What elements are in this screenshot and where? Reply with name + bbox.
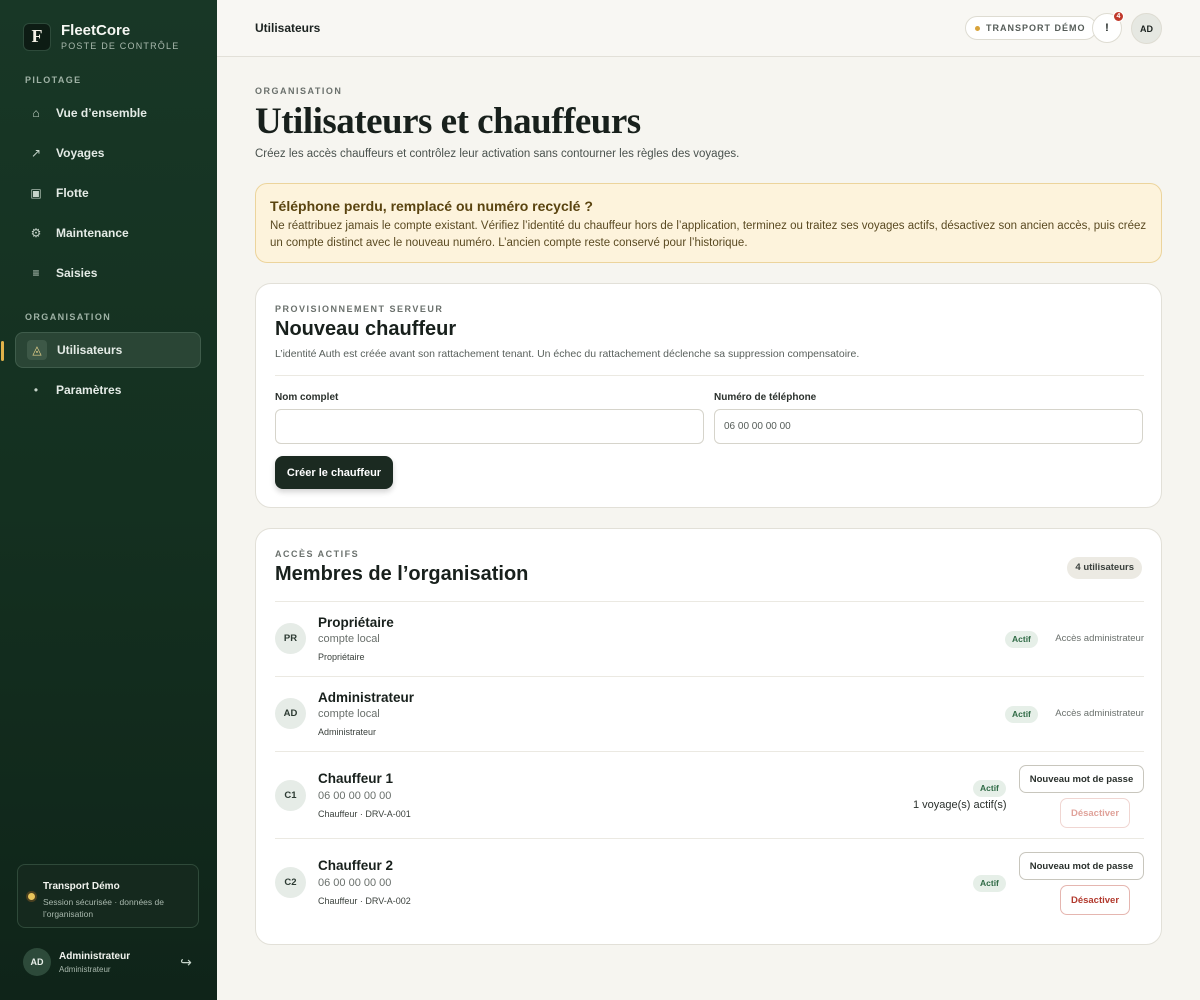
member-row: PR Propriétaire compte local Propriétair… <box>275 602 1144 676</box>
sidebar-item-label: Saisies <box>56 266 98 280</box>
divider <box>275 375 1144 376</box>
tenant-switcher[interactable]: TRANSPORT DÉMO <box>965 16 1097 40</box>
status-dot-icon <box>28 893 35 900</box>
brand-subtitle: POSTE DE CONTRÔLE <box>61 41 180 51</box>
card-title: Membres de l’organisation <box>275 563 529 585</box>
member-name: Chauffeur 1 <box>318 771 394 786</box>
member-row: C2 Chauffeur 2 06 00 00 00 00 Chauffeur … <box>275 839 1144 927</box>
current-user: AD Administrateur Administrateur ↪ <box>23 948 198 976</box>
avatar: PR <box>275 623 306 654</box>
card-eyebrow: PROVISIONNEMENT SERVEUR <box>275 304 444 314</box>
tenant-description: Session sécurisée · données de l’organis… <box>43 897 164 919</box>
status-badge: Actif <box>1005 706 1038 723</box>
phone-label: Numéro de téléphone <box>714 392 817 403</box>
card-eyebrow: ACCÈS ACTIFS <box>275 549 360 559</box>
sidebar: F FleetCore POSTE DE CONTRÔLE PILOTAGE ⌂… <box>0 0 217 1000</box>
home-icon: ⌂ <box>32 106 40 120</box>
sidebar-item-label: Maintenance <box>56 226 129 240</box>
topbar: Utilisateurs TRANSPORT DÉMO ! 4 AD <box>217 0 1200 57</box>
member-name: Administrateur <box>318 690 415 705</box>
user-role: Administrateur <box>59 965 111 974</box>
avatar: AD <box>23 948 51 976</box>
avatar: AD <box>275 698 306 729</box>
page-title: Utilisateurs et chauffeurs <box>255 101 641 142</box>
member-name: Chauffeur 2 <box>318 858 394 873</box>
alert-icon: ! <box>1105 22 1109 34</box>
page-eyebrow: ORGANISATION <box>255 86 343 96</box>
sidebar-item-label: Paramètres <box>56 383 122 397</box>
member-subtitle: 06 00 00 00 00 <box>318 790 392 802</box>
avatar: C2 <box>275 867 306 898</box>
deactivate-button[interactable]: Désactiver <box>1060 885 1130 915</box>
warning-title: Téléphone perdu, remplacé ou numéro recy… <box>270 198 593 214</box>
arrow-up-right-icon: ↗ <box>30 146 42 160</box>
full-name-label: Nom complet <box>275 392 339 403</box>
member-role: Chauffeur · DRV-A-002 <box>318 896 411 906</box>
sidebar-item-label: Utilisateurs <box>57 343 123 357</box>
nav-section-organisation: ORGANISATION <box>25 312 112 322</box>
sidebar-item-label: Vue d’ensemble <box>56 106 147 120</box>
member-subtitle: compte local <box>318 633 380 645</box>
new-driver-card: PROVISIONNEMENT SERVEUR Nouveau chauffeu… <box>255 283 1162 508</box>
brand-name: FleetCore <box>61 22 131 39</box>
user-count-badge: 4 utilisateurs <box>1067 557 1142 579</box>
notification-count-badge: 4 <box>1113 11 1124 22</box>
gear-icon: ⚙ <box>30 226 42 240</box>
avatar: C1 <box>275 780 306 811</box>
sidebar-item-label: Voyages <box>56 146 105 160</box>
brand[interactable]: F FleetCore POSTE DE CONTRÔLE <box>23 22 179 51</box>
user-name: Administrateur <box>59 951 131 962</box>
sidebar-item-settings[interactable]: • Paramètres <box>15 372 201 408</box>
tenant-name: Transport Démo <box>43 881 120 892</box>
status-badge: Actif <box>973 780 1006 797</box>
warning-text: Ne réattribuez jamais le compte existant… <box>270 220 1147 249</box>
users-icon: ◬ <box>27 340 47 360</box>
notifications-button[interactable]: ! 4 <box>1092 11 1124 43</box>
status-badge: Actif <box>1005 631 1038 648</box>
reset-password-button[interactable]: Nouveau mot de passe <box>1019 852 1144 880</box>
sidebar-item-trips[interactable]: ↗ Voyages <box>15 135 201 171</box>
card-description: L’identité Auth est créée avant son ratt… <box>275 348 860 360</box>
access-level: Accès administrateur <box>1055 708 1144 719</box>
logout-icon[interactable]: ↪ <box>177 953 195 971</box>
sidebar-item-fleet[interactable]: ▣ Flotte <box>15 175 201 211</box>
reset-password-button[interactable]: Nouveau mot de passe <box>1019 765 1144 793</box>
active-trips-count: 1 voyage(s) actif(s) <box>913 799 1007 811</box>
card-title: Nouveau chauffeur <box>275 318 457 340</box>
member-subtitle: compte local <box>318 708 380 720</box>
create-driver-button[interactable]: Créer le chauffeur <box>275 456 393 489</box>
member-name: Propriétaire <box>318 615 394 630</box>
breadcrumb: Utilisateurs <box>255 21 321 35</box>
access-level: Accès administrateur <box>1055 633 1144 644</box>
deactivate-button[interactable]: Désactiver <box>1060 798 1130 828</box>
sidebar-item-entries[interactable]: ≡ Saisies <box>15 255 201 291</box>
sidebar-item-overview[interactable]: ⌂ Vue d’ensemble <box>15 95 201 131</box>
list-icon: ≡ <box>32 266 40 280</box>
truck-icon: ▣ <box>30 186 42 200</box>
page-description: Créez les accès chauffeurs et contrôlez … <box>255 148 740 160</box>
members-card: ACCÈS ACTIFS Membres de l’organisation 4… <box>255 528 1162 945</box>
phone-field[interactable] <box>714 409 1143 444</box>
member-role: Propriétaire <box>318 652 365 662</box>
tenant-card: Transport Démo Session sécurisée · donné… <box>17 864 199 928</box>
full-name-field[interactable] <box>275 409 704 444</box>
member-role: Administrateur <box>318 727 377 737</box>
nav-section-pilotage: PILOTAGE <box>25 75 82 85</box>
member-subtitle: 06 00 00 00 00 <box>318 877 392 889</box>
status-badge: Actif <box>973 875 1006 892</box>
dot-icon: • <box>33 383 39 397</box>
member-row: C1 Chauffeur 1 06 00 00 00 00 Chauffeur … <box>275 752 1144 838</box>
user-avatar-button[interactable]: AD <box>1131 13 1162 44</box>
member-row: AD Administrateur compte local Administr… <box>275 677 1144 751</box>
warning-callout: Téléphone perdu, remplacé ou numéro recy… <box>255 183 1162 263</box>
member-role: Chauffeur · DRV-A-001 <box>318 809 411 819</box>
sidebar-item-label: Flotte <box>56 186 89 200</box>
brand-logo: F <box>23 22 51 51</box>
sidebar-item-maintenance[interactable]: ⚙ Maintenance <box>15 215 201 251</box>
sidebar-item-users[interactable]: ◬ Utilisateurs <box>1 332 201 368</box>
